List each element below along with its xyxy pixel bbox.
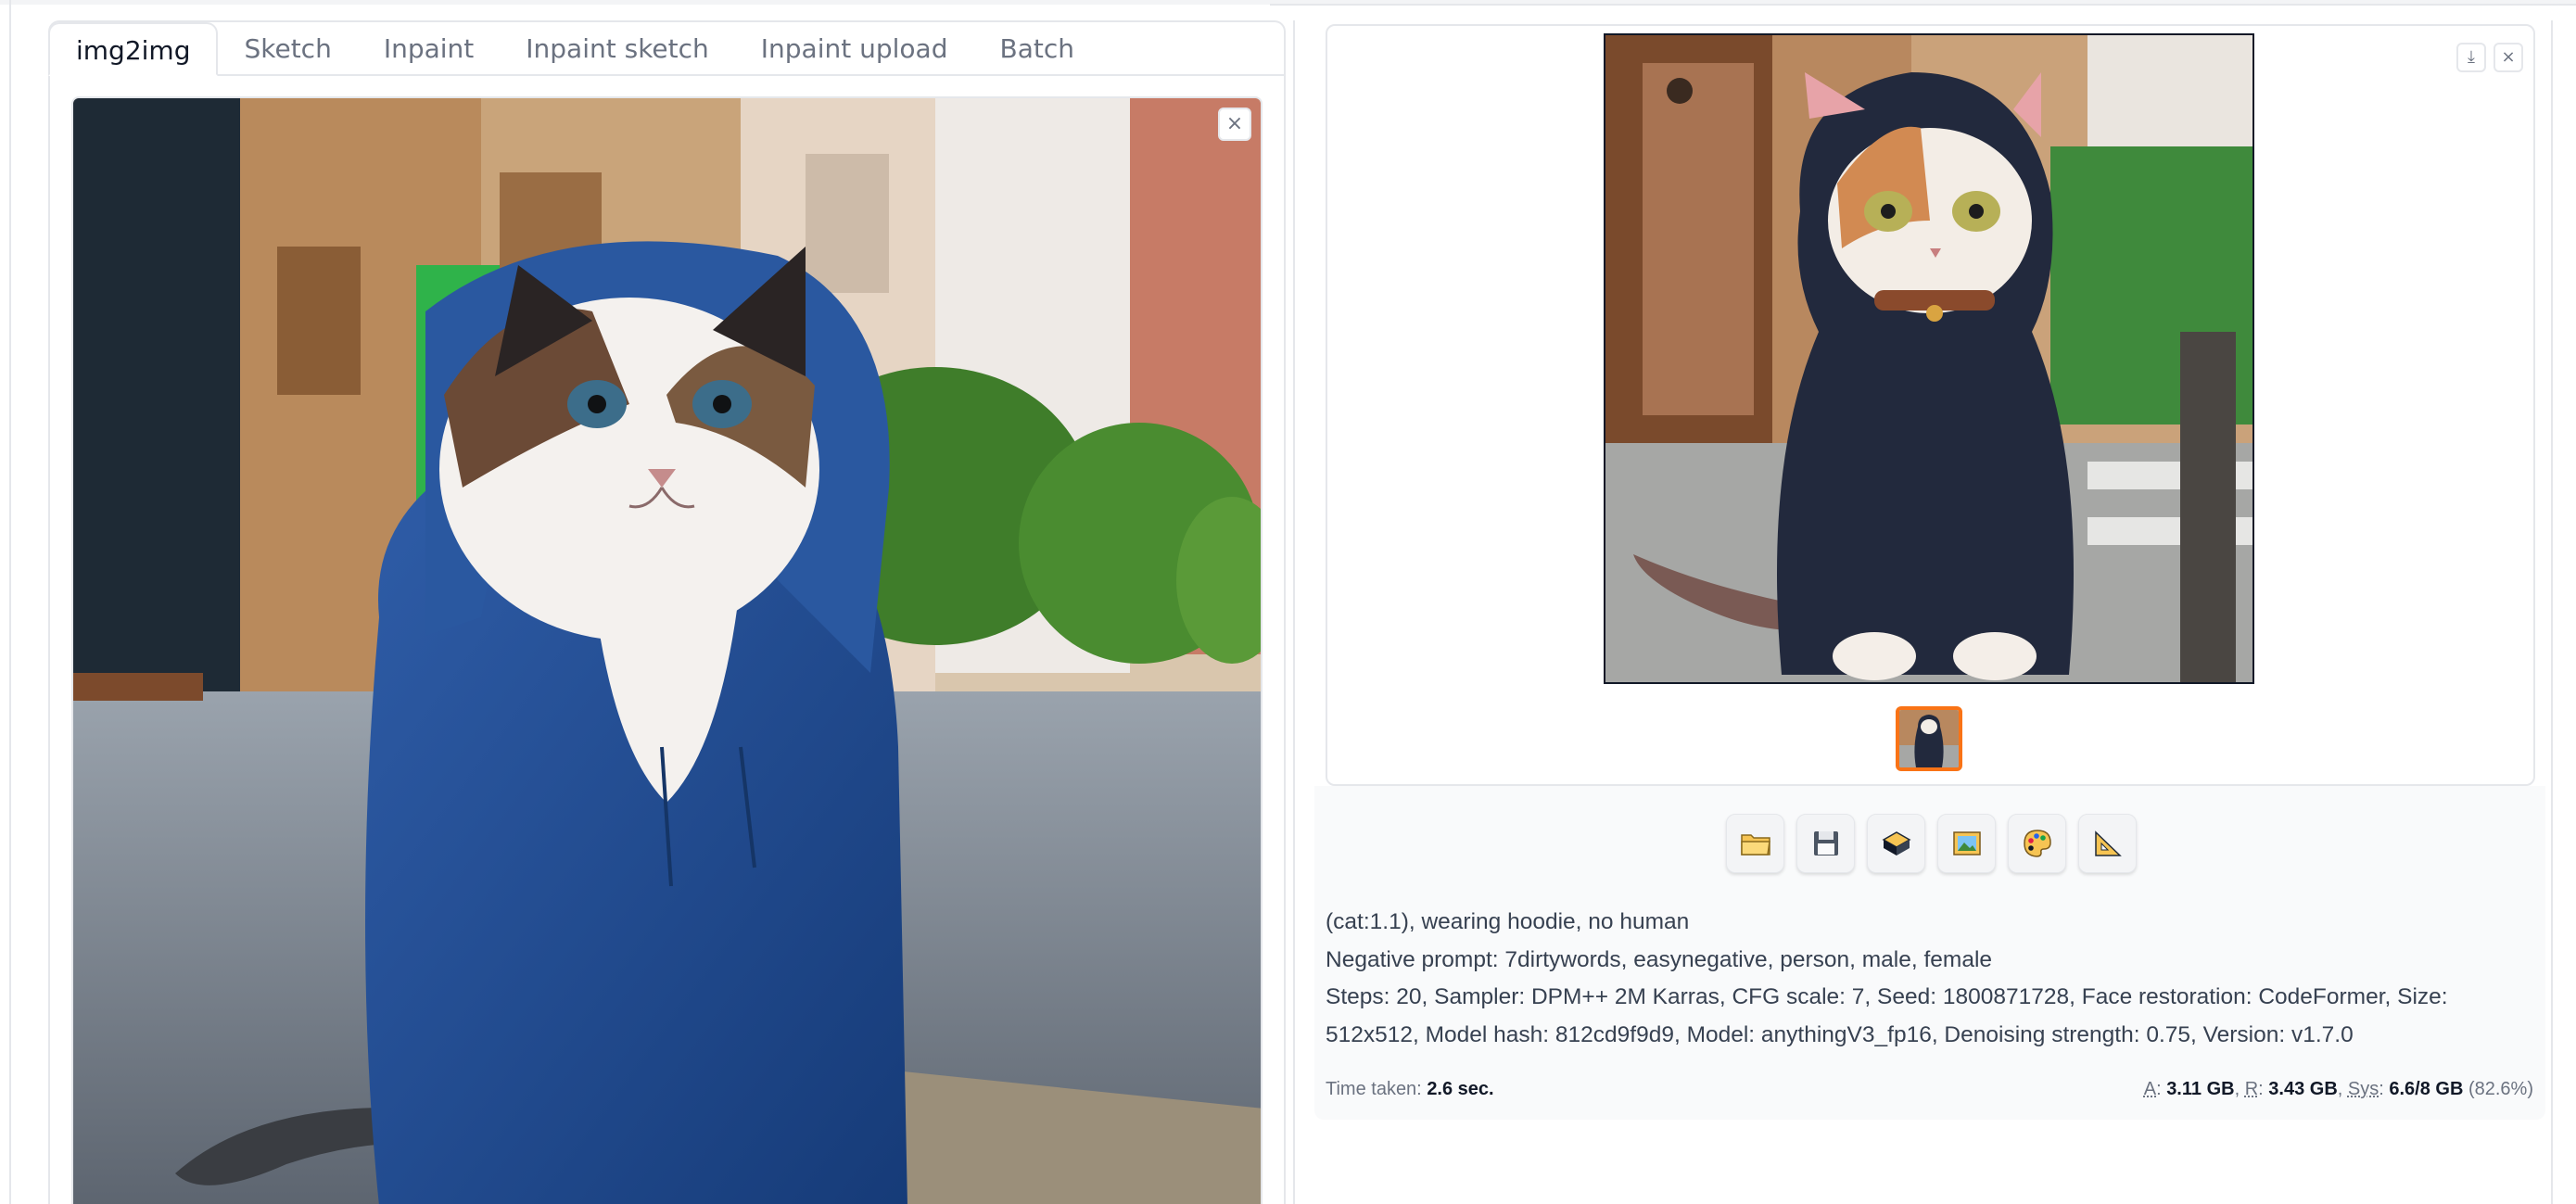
vram-reserved-value: 3.43 GB: [2268, 1079, 2338, 1099]
vram-active-value: 3.11 GB: [2166, 1079, 2235, 1099]
clear-image-button[interactable]: ×: [1218, 108, 1251, 141]
close-gallery-button[interactable]: ×: [2494, 43, 2523, 72]
vram-sys-value: 6.6/8 GB: [2389, 1079, 2464, 1099]
send-to-extras-button[interactable]: [2078, 814, 2137, 873]
download-icon[interactable]: ⤓: [2456, 43, 2486, 72]
time-taken-value: 2.6 sec.: [1427, 1079, 1494, 1099]
mode-tabs: img2img Sketch Inpaint Inpaint sketch In…: [48, 20, 1286, 76]
zip-icon: [1881, 831, 1911, 855]
vram-usage: A: 3.11 GB, R: 3.43 GB, Sys: 6.6/8 GB (8…: [2143, 1079, 2533, 1099]
picture-icon: [1952, 831, 1981, 855]
output-toolbar: [1726, 814, 2137, 873]
thumbnail-art: [1899, 710, 1959, 767]
source-image-canvas[interactable]: ×: [71, 96, 1263, 1204]
vram-sys-percent: (82.6%): [2468, 1079, 2533, 1099]
page-left-border: [9, 0, 11, 1204]
save-icon: [1813, 831, 1838, 855]
negative-prompt-text: Negative prompt: 7dirtywords, easynegati…: [1326, 946, 1993, 972]
zip-button[interactable]: [1867, 814, 1925, 873]
tabs-divider: [48, 74, 1286, 76]
triangle-ruler-icon: [2094, 830, 2122, 856]
time-taken: Time taken: 2.6 sec.: [1326, 1079, 1494, 1100]
prompt-text: (cat:1.1), wearing hoodie, no human: [1326, 909, 1690, 934]
vram-active-label: A: [2143, 1079, 2157, 1099]
tab-inpaint-sketch[interactable]: Inpaint sketch: [500, 22, 735, 76]
generation-info: (cat:1.1), wearing hoodie, no human Nega…: [1326, 904, 2521, 1054]
send-to-inpaint-button[interactable]: [2008, 814, 2066, 873]
send-to-img2img-button[interactable]: [1937, 814, 1996, 873]
folder-icon: [1740, 834, 1770, 855]
tab-batch[interactable]: Batch: [973, 22, 1100, 76]
result-image-art: [1605, 35, 2252, 682]
tab-inpaint-upload[interactable]: Inpaint upload: [735, 22, 974, 76]
save-button[interactable]: [1796, 814, 1855, 873]
open-folder-button[interactable]: [1726, 814, 1784, 873]
gallery-thumbnail[interactable]: [1896, 706, 1962, 771]
result-image[interactable]: [1604, 33, 2254, 684]
source-image: [73, 98, 1261, 1204]
palette-icon: [2023, 830, 2051, 857]
time-taken-label: Time taken:: [1326, 1079, 1422, 1099]
generation-params-text: Steps: 20, Sampler: DPM++ 2M Karras, CFG…: [1326, 984, 2448, 1047]
tab-img2img[interactable]: img2img: [48, 22, 219, 76]
vram-sys-label: Sys: [2347, 1079, 2379, 1099]
tab-sketch[interactable]: Sketch: [218, 22, 357, 76]
top-divider: [1270, 4, 2576, 6]
tab-inpaint[interactable]: Inpaint: [358, 22, 500, 76]
vram-reserved-label: R: [2244, 1079, 2259, 1099]
